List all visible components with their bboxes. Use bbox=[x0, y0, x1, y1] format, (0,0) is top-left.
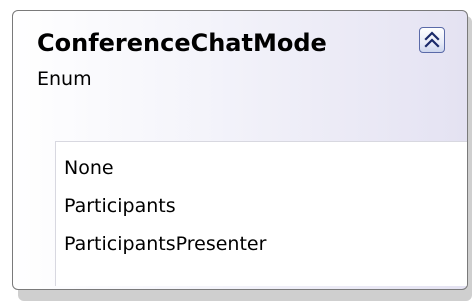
enum-member-participants[interactable]: Participants bbox=[64, 188, 266, 226]
enum-member-list: None Participants ParticipantsPresenter bbox=[64, 150, 266, 264]
enum-title: ConferenceChatMode bbox=[37, 29, 327, 57]
enum-header: ConferenceChatMode Enum bbox=[13, 11, 467, 121]
enum-members-panel: None Participants ParticipantsPresenter bbox=[55, 141, 467, 286]
diagram-canvas: ConferenceChatMode Enum None Participant… bbox=[0, 0, 472, 307]
enum-member-none[interactable]: None bbox=[64, 150, 266, 188]
collapse-button[interactable] bbox=[419, 27, 445, 53]
enum-shape[interactable]: ConferenceChatMode Enum None Participant… bbox=[12, 10, 468, 290]
enum-kind-label: Enum bbox=[37, 68, 92, 90]
enum-member-participants-presenter[interactable]: ParticipantsPresenter bbox=[64, 226, 266, 264]
